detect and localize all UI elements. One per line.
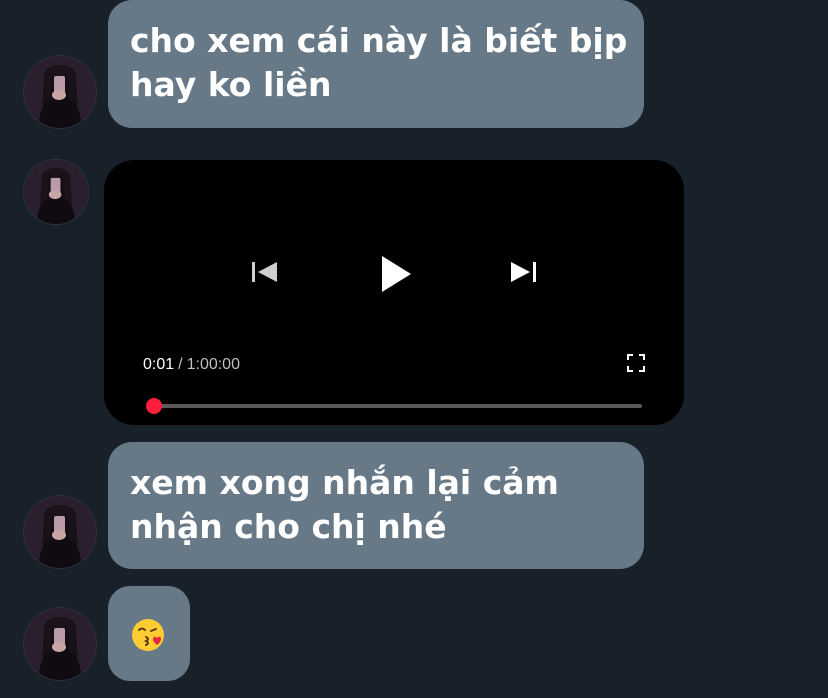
- play-button[interactable]: [378, 254, 414, 294]
- user-photo-icon: [24, 608, 96, 680]
- time-display: 0:01/1:00:00: [143, 356, 240, 374]
- user-photo-icon: [24, 160, 88, 224]
- avatar[interactable]: [24, 160, 88, 224]
- emoji-message-bubble[interactable]: [108, 586, 190, 681]
- current-time: 0:01: [143, 356, 175, 373]
- chat-thread: cho xem cái này là biết bịp hay ko liền: [0, 0, 828, 698]
- face-blowing-kiss-emoji-icon: [132, 619, 164, 651]
- next-button[interactable]: [508, 259, 538, 285]
- time-separator: /: [178, 356, 183, 373]
- message-bubble[interactable]: cho xem cái này là biết bịp hay ko liền: [108, 0, 644, 128]
- video-player[interactable]: 0:01/1:00:00: [104, 160, 684, 425]
- progress-thumb[interactable]: [146, 398, 163, 414]
- user-photo-icon: [24, 496, 96, 568]
- message-text-line: nhận cho chị nhé: [130, 507, 447, 546]
- skip-previous-icon: [252, 262, 277, 282]
- progress-track[interactable]: [154, 404, 642, 408]
- previous-button[interactable]: [250, 259, 280, 285]
- message-text-line: cho xem cái này là biết bịp: [130, 21, 628, 60]
- fullscreen-icon: [627, 354, 645, 372]
- message-text-line: hay ko liền: [130, 65, 332, 104]
- avatar[interactable]: [24, 496, 96, 568]
- duration: 1:00:00: [186, 356, 240, 373]
- skip-next-icon: [511, 262, 536, 282]
- user-photo-icon: [24, 56, 96, 128]
- fullscreen-button[interactable]: [626, 353, 646, 373]
- play-icon: [382, 256, 411, 292]
- message-text-line: xem xong nhắn lại cảm: [130, 463, 559, 502]
- message-bubble[interactable]: xem xong nhắn lại cảm nhận cho chị nhé: [108, 442, 644, 569]
- avatar[interactable]: [24, 56, 96, 128]
- avatar[interactable]: [24, 608, 96, 680]
